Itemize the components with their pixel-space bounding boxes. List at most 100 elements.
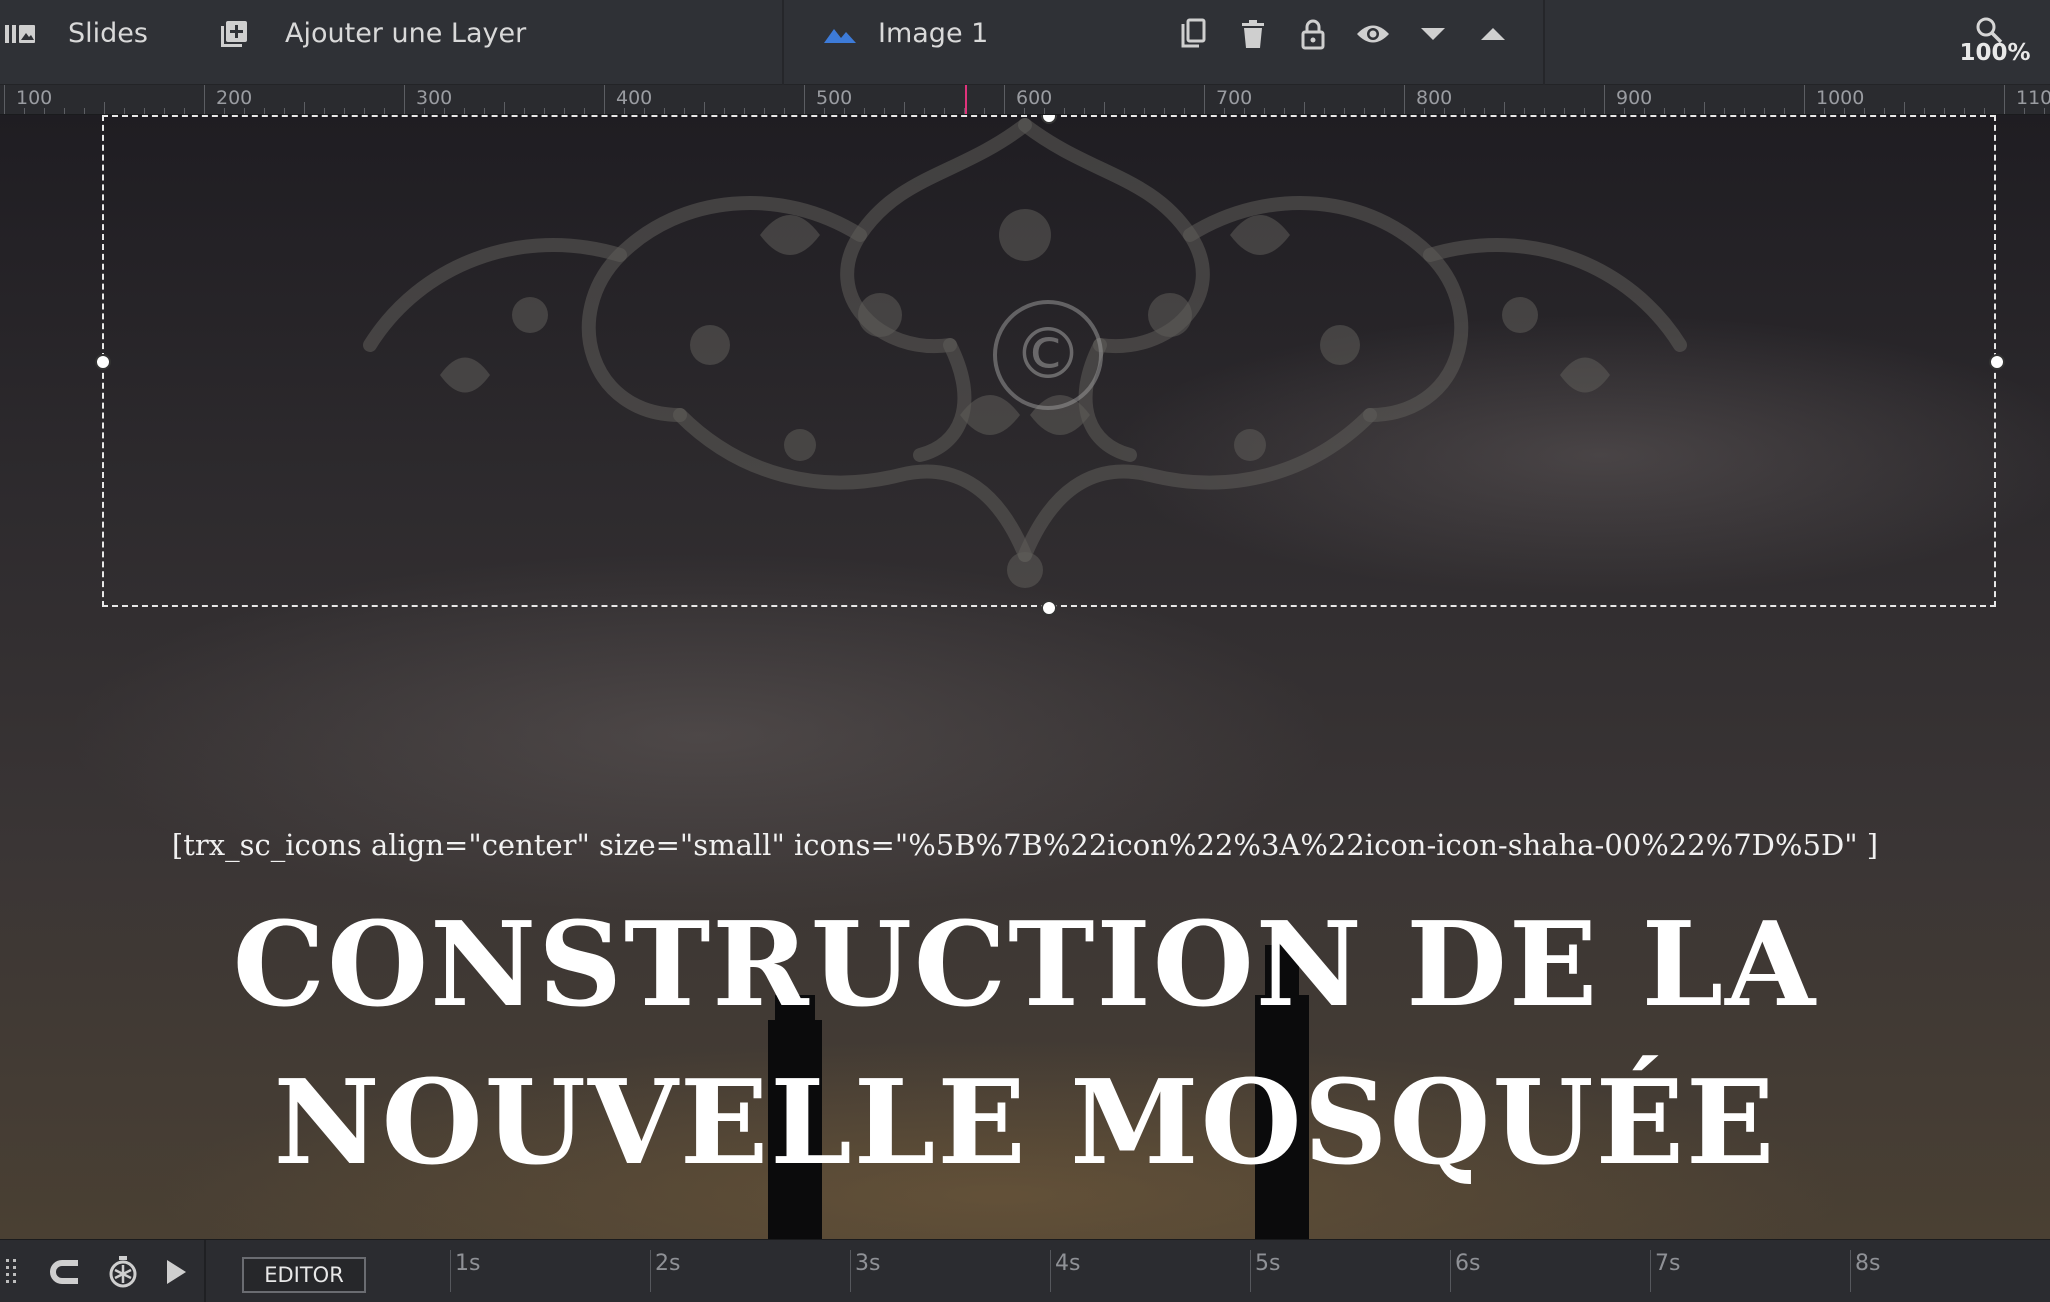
ruler-tick (1924, 108, 1925, 114)
ruler-tick (864, 108, 865, 114)
timeline-label: 8s (1855, 1251, 1881, 1276)
ruler-tick (664, 108, 665, 114)
ruler-tick (944, 108, 945, 114)
ruler-label: 100 (16, 87, 53, 109)
top-toolbar: Slides Ajouter une Layer Image 1 100% (0, 0, 2050, 85)
ruler-tick (1884, 108, 1885, 114)
ruler-label: 200 (216, 87, 253, 109)
ruler-tick (924, 108, 925, 114)
layer-selection-frame[interactable] (95, 115, 2005, 616)
play-icon[interactable] (158, 1254, 194, 1290)
ruler-tick (1744, 108, 1745, 114)
timeline-tick (650, 1250, 651, 1292)
ruler-tick (1604, 85, 1605, 114)
ruler-label: 1000 (1816, 87, 1865, 109)
ruler-tick (984, 108, 985, 114)
ruler-tick (1004, 85, 1005, 114)
timeline-grip-icon[interactable] (0, 1254, 24, 1290)
toolbar-divider (782, 0, 784, 85)
ruler-tick (1064, 108, 1065, 114)
ruler-tick (1704, 102, 1705, 114)
timeline-label: 2s (655, 1251, 681, 1276)
ruler-tick (1264, 108, 1265, 114)
ruler-tick (184, 108, 185, 114)
ruler-tick (204, 85, 205, 114)
timeline-divider (204, 1240, 206, 1302)
ruler-tick (1984, 108, 1985, 114)
delete-icon[interactable] (1235, 16, 1271, 52)
ruler-tick (464, 108, 465, 114)
timeline-label: 5s (1255, 1251, 1281, 1276)
ruler-tick (1184, 108, 1185, 114)
slides-button[interactable]: Slides (68, 0, 148, 68)
headline-line-2[interactable]: NOUVELLE MOSQUÉE (0, 1065, 2050, 1181)
ruler-label: 300 (416, 87, 453, 109)
move-up-icon[interactable] (1475, 16, 1511, 52)
timeline-bar: EDITOR 1s 2s 3s 4s 5s 6s 7s 8s (0, 1239, 2050, 1302)
ruler-tick (1484, 108, 1485, 114)
ruler-tick (1464, 108, 1465, 114)
ruler-tick (1324, 108, 1325, 114)
ruler-tick (144, 108, 145, 114)
move-down-icon[interactable] (1415, 16, 1451, 52)
ruler-tick (764, 108, 765, 114)
lock-icon[interactable] (1295, 16, 1331, 52)
ruler-tick (1404, 85, 1405, 114)
add-layer-button[interactable]: Ajouter une Layer (285, 0, 526, 68)
slides-library-icon[interactable] (2, 16, 38, 52)
toolbar-divider (1543, 0, 1545, 85)
ruler-position-marker (965, 85, 967, 114)
zoom-level[interactable]: 100% (1950, 40, 2040, 66)
resize-handle-left[interactable] (95, 354, 111, 370)
timeline-tick (850, 1250, 851, 1292)
ruler-tick (1144, 108, 1145, 114)
resize-handle-bottom[interactable] (1041, 600, 1057, 616)
ruler-tick (1384, 108, 1385, 114)
ruler-tick (744, 108, 745, 114)
ruler-tick (304, 102, 305, 114)
timeline-label: 3s (855, 1251, 881, 1276)
ruler-label: 110 (2016, 87, 2050, 109)
headline-line-1[interactable]: CONSTRUCTION DE LA (0, 907, 2050, 1023)
timeline-tick (1450, 1250, 1451, 1292)
ruler-tick (1104, 102, 1105, 114)
timeline-tick (1250, 1250, 1251, 1292)
ruler-tick (84, 108, 85, 114)
ruler-tick (784, 108, 785, 114)
ruler-tick (1124, 108, 1125, 114)
resize-handle-top[interactable] (1041, 115, 1057, 124)
ruler-tick (104, 102, 105, 114)
horizontal-ruler[interactable]: 100 200 300 400 500 600 700 800 900 1000 110 (0, 85, 2050, 115)
stopwatch-icon[interactable] (105, 1254, 141, 1290)
ruler-label: 800 (1416, 87, 1453, 109)
editor-button[interactable]: EDITOR (242, 1257, 366, 1293)
timeline-label: 4s (1055, 1251, 1081, 1276)
timeline-label: 6s (1455, 1251, 1481, 1276)
ruler-tick (524, 108, 525, 114)
ruler-tick (904, 102, 905, 114)
add-layer-icon[interactable] (216, 16, 252, 52)
layer-name: Image 1 (878, 18, 989, 49)
shortcode-text-layer[interactable]: [trx_sc_icons align="center" size="small… (0, 828, 2050, 862)
ruler-label: 500 (816, 87, 853, 109)
ruler-tick (884, 108, 885, 114)
ruler-tick (1804, 85, 1805, 114)
ruler-tick (1564, 108, 1565, 114)
ruler-tick (1504, 102, 1505, 114)
ruler-tick (264, 108, 265, 114)
ruler-tick (1684, 108, 1685, 114)
ruler-tick (704, 102, 705, 114)
ruler-tick (1084, 108, 1085, 114)
ruler-tick (344, 108, 345, 114)
ruler-tick (484, 108, 485, 114)
ruler-tick (964, 108, 965, 114)
magnet-snap-icon[interactable] (46, 1254, 82, 1290)
ruler-tick (4, 85, 5, 114)
ruler-tick (284, 108, 285, 114)
visibility-eye-icon[interactable] (1355, 16, 1391, 52)
resize-handle-right[interactable] (1989, 354, 2005, 370)
slide-canvas[interactable]: © [trx_sc_icons align="center" size="sma… (0, 115, 2050, 1239)
ruler-label: 600 (1016, 87, 1053, 109)
ruler-tick (1204, 85, 1205, 114)
duplicate-icon[interactable] (1175, 16, 1211, 52)
